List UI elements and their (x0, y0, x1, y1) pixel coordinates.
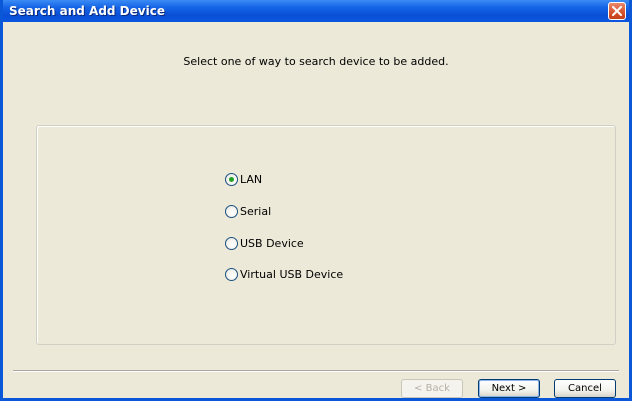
radio-option-serial[interactable]: Serial (225, 203, 271, 219)
radio-option-lan[interactable]: LAN (225, 171, 262, 187)
window-title: Search and Add Device (9, 4, 165, 18)
dialog-content: Select one of way to search device to be… (3, 22, 629, 398)
radio-button-icon[interactable] (225, 204, 238, 218)
radio-label-virtual-usb-device: Virtual USB Device (240, 267, 344, 281)
radio-option-usb-device[interactable]: USB Device (225, 235, 304, 251)
back-button[interactable]: < Back (401, 379, 463, 398)
radio-label-serial: Serial (240, 204, 272, 218)
cancel-button[interactable]: Cancel (554, 379, 616, 398)
close-button[interactable] (608, 2, 626, 20)
next-button[interactable]: Next > (478, 379, 540, 398)
search-method-group (36, 125, 616, 345)
radio-option-virtual-usb-device[interactable]: Virtual USB Device (225, 266, 343, 282)
title-bar[interactable]: Search and Add Device (3, 0, 629, 22)
radio-button-icon[interactable] (225, 267, 238, 281)
radio-label-lan: LAN (240, 172, 263, 186)
radio-button-icon[interactable] (225, 236, 238, 250)
instruction-text: Select one of way to search device to be… (183, 55, 449, 68)
close-icon (612, 6, 622, 16)
button-separator (13, 370, 619, 372)
dialog-window: Search and Add Device Select one of way … (0, 0, 632, 401)
radio-button-icon[interactable] (225, 172, 238, 186)
radio-label-usb-device: USB Device (240, 236, 304, 250)
